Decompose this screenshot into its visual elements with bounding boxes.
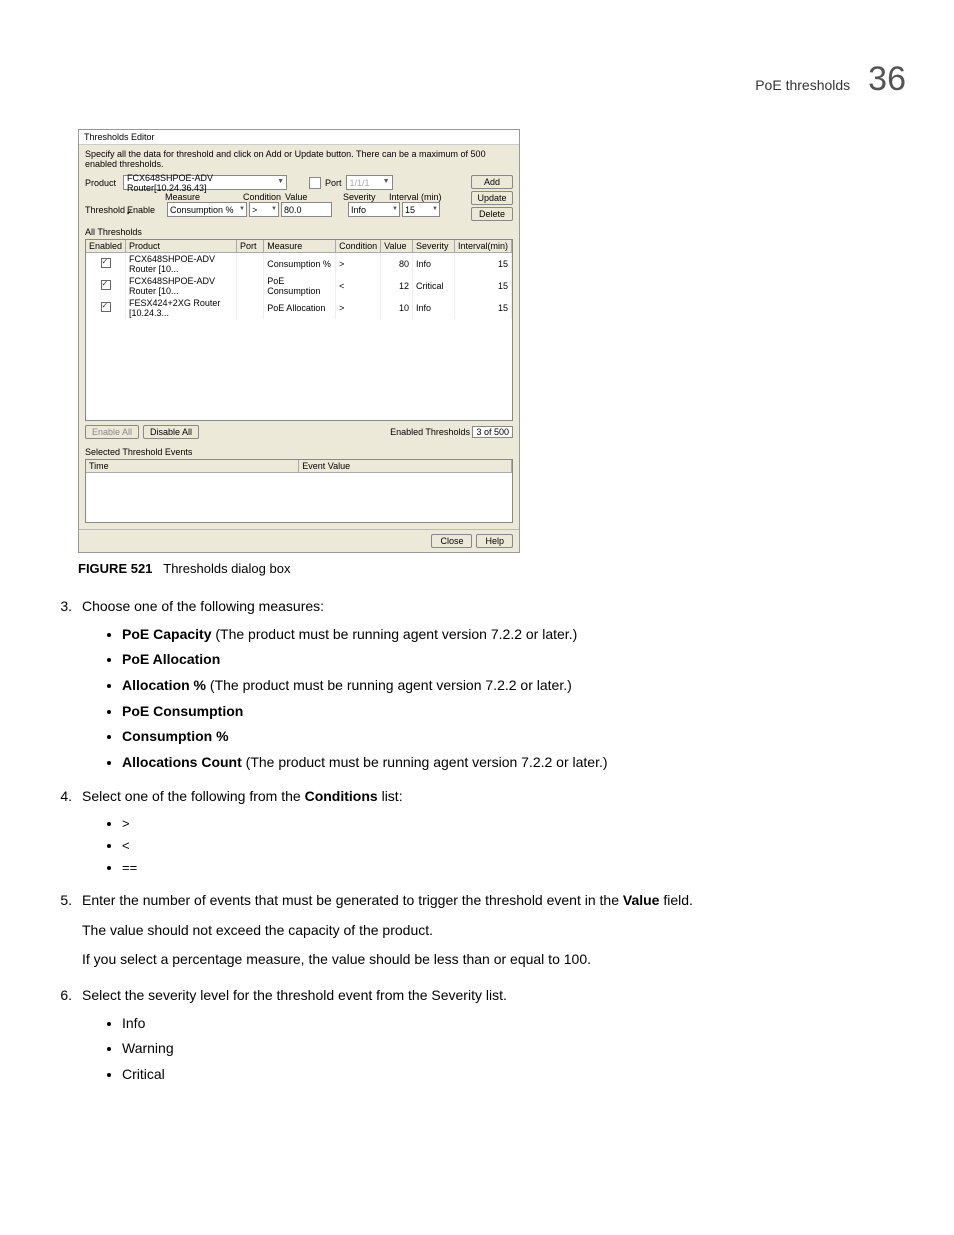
figure-text: Thresholds dialog box — [163, 561, 290, 576]
list-item: == — [122, 858, 906, 878]
threshold-row-label: Threshold — [85, 205, 123, 215]
help-button[interactable]: Help — [476, 534, 513, 548]
condition-select[interactable]: > — [249, 202, 279, 217]
th-event-value[interactable]: Event Value — [299, 460, 512, 473]
update-button[interactable]: Update — [471, 191, 513, 205]
step6-lead: Select the severity level for the thresh… — [82, 987, 507, 1003]
list-item: Info — [122, 1013, 906, 1035]
step5-lead: Enter the number of events that must be … — [82, 892, 693, 908]
list-item: Critical — [122, 1064, 906, 1086]
th-time[interactable]: Time — [86, 460, 299, 473]
enabled-thresholds-label: Enabled Thresholds — [390, 427, 470, 437]
th-measure[interactable]: Measure — [264, 240, 336, 253]
add-button[interactable]: Add — [471, 175, 513, 189]
step5-p1: The value should not exceed the capacity… — [82, 920, 906, 942]
figure-caption: FIGURE 521 Thresholds dialog box — [78, 561, 906, 576]
table-row[interactable]: FCX648SHPOE-ADV Router [10... PoE Consum… — [86, 275, 512, 297]
dialog-title: Thresholds Editor — [79, 130, 519, 145]
th-product[interactable]: Product — [126, 240, 237, 253]
step-number: 5. — [54, 890, 72, 979]
page-header: PoE thresholds 36 — [48, 60, 906, 99]
selected-events-label: Selected Threshold Events — [79, 443, 519, 459]
port-select[interactable]: 1/1/1 — [346, 175, 393, 190]
value-label: Value — [285, 192, 343, 202]
step-number: 6. — [54, 985, 72, 1092]
list-item: Consumption % — [122, 726, 906, 748]
list-item: PoE Allocation — [122, 649, 906, 671]
thresholds-table: Enabled Product Port Measure Condition V… — [85, 239, 513, 421]
dialog-hint: Specify all the data for threshold and c… — [79, 145, 519, 173]
disable-all-button[interactable]: Disable All — [143, 425, 199, 439]
measure-select[interactable]: Consumption % — [167, 202, 247, 217]
interval-label: Interval (min) — [389, 192, 445, 202]
step-number: 4. — [54, 786, 72, 884]
list-item: > — [122, 814, 906, 834]
value-input[interactable]: 80.0 — [281, 202, 332, 217]
close-button[interactable]: Close — [431, 534, 472, 548]
measure-label: Measure — [165, 192, 243, 202]
table-row[interactable]: FESX424+2XG Router [10.24.3... PoE Alloc… — [86, 297, 512, 319]
row-checkbox[interactable] — [101, 258, 111, 268]
port-label: Port — [325, 178, 342, 188]
severity-label: Severity — [343, 192, 389, 202]
thresholds-dialog: Thresholds Editor Specify all the data f… — [78, 129, 520, 553]
step4-lead: Select one of the following from the Con… — [82, 788, 403, 804]
delete-button[interactable]: Delete — [471, 207, 513, 221]
th-condition[interactable]: Condition — [336, 240, 381, 253]
all-thresholds-label: All Thresholds — [79, 227, 519, 237]
row-checkbox[interactable] — [101, 302, 111, 312]
row-checkbox[interactable] — [101, 280, 111, 290]
table-row[interactable]: FCX648SHPOE-ADV Router [10... Consumptio… — [86, 253, 512, 276]
th-enabled[interactable]: Enabled — [86, 240, 126, 253]
th-interval[interactable]: Interval(min) — [454, 240, 511, 253]
th-port[interactable]: Port — [236, 240, 263, 253]
step5-p2: If you select a percentage measure, the … — [82, 949, 906, 971]
th-severity[interactable]: Severity — [413, 240, 455, 253]
enable-all-button[interactable]: Enable All — [85, 425, 139, 439]
list-item: < — [122, 836, 906, 856]
interval-select[interactable]: 15 — [402, 202, 440, 217]
severity-select[interactable]: Info — [348, 202, 400, 217]
header-topic: PoE thresholds — [755, 77, 850, 93]
product-select[interactable]: FCX648SHPOE-ADV Router[10.24.36.43] — [123, 175, 287, 190]
list-item: PoE Capacity (The product must be runnin… — [122, 624, 906, 646]
enabled-thresholds-count: 3 of 500 — [472, 426, 513, 438]
chapter-number: 36 — [868, 60, 906, 99]
figure-number: FIGURE 521 — [78, 561, 152, 576]
list-item: Allocation % (The product must be runnin… — [122, 675, 906, 697]
list-item: Allocations Count (The product must be r… — [122, 752, 906, 774]
events-table: Time Event Value — [85, 459, 513, 523]
list-item: PoE Consumption — [122, 701, 906, 723]
step-number: 3. — [54, 596, 72, 780]
list-item: Warning — [122, 1038, 906, 1060]
condition-label: Condition — [243, 192, 285, 202]
product-label: Product — [85, 178, 119, 188]
port-checkbox[interactable] — [309, 177, 321, 189]
th-value[interactable]: Value — [381, 240, 413, 253]
step3-lead: Choose one of the following measures: — [82, 598, 324, 614]
